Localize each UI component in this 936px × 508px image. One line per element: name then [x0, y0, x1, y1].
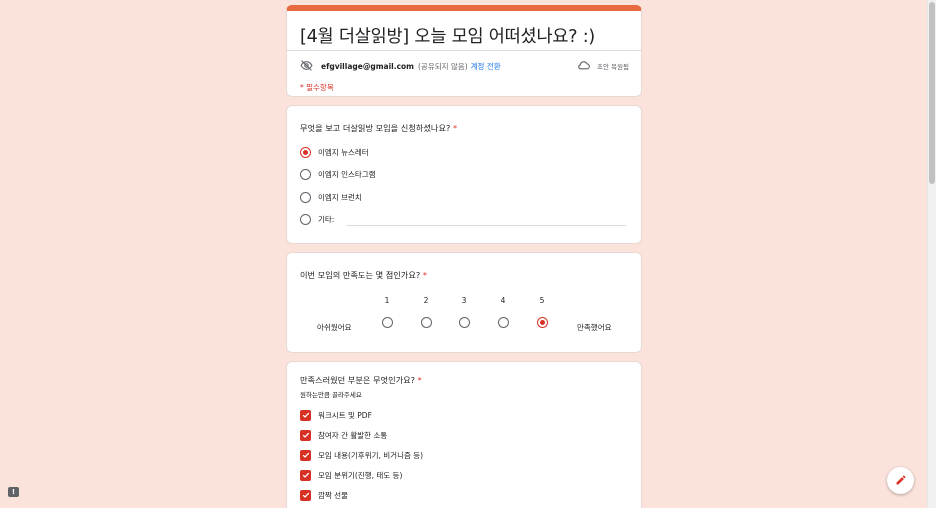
account-not-shared-note: (공유되지 않음)	[418, 61, 468, 71]
checkmark-icon	[302, 472, 309, 478]
question-title-text: 만족스러웠던 부분은 무엇인가요?	[300, 375, 416, 385]
checkmark-icon	[302, 412, 309, 418]
checkbox-option-atmosphere[interactable]: 모임 분위기(진행, 태도 등)	[300, 468, 402, 482]
checkbox-option-worksheet[interactable]: 워크시트 및 PDF	[300, 408, 372, 422]
report-issue-button[interactable]: !	[8, 487, 19, 497]
cloud-icon	[577, 60, 590, 72]
checkbox-option-label: 모임 분위기(진행, 태도 등)	[318, 470, 403, 480]
question-title: 만족스러웠던 부분은 무엇인가요? *	[300, 374, 422, 386]
checkbox-checked[interactable]	[300, 429, 311, 441]
form-container: [4월 더살읽방] 오늘 모임 어떠셨나요? :) efgvillage@gma…	[286, 5, 642, 508]
scrollbar-thumb[interactable]	[929, 2, 935, 184]
scale-radio-3[interactable]	[459, 317, 470, 328]
radio-option-newsletter[interactable]: 이엠지 뉴스레터	[300, 145, 369, 159]
radio-option-brunch[interactable]: 이엠지 브런치	[300, 190, 362, 204]
question-card-satisfaction: 이번 모임의 만족도는 몇 점인가요? * 1 2 3 4 5 아쉬웠어요 만족…	[286, 252, 642, 353]
question-title-text: 무엇을 보고 더살읽방 모임을 신청하셨나요?	[300, 123, 451, 133]
radio-option-other[interactable]: 기타:	[300, 212, 334, 226]
checkbox-option-label: 모임 내용(기후위기, 비거니즘 등)	[318, 450, 424, 460]
checkbox-option-label: 워크시트 및 PDF	[318, 410, 372, 420]
scale-radio-2[interactable]	[421, 317, 432, 328]
form-title: [4월 더살읽방] 오늘 모임 어떠셨나요? :)	[300, 27, 596, 47]
checkmark-icon	[302, 492, 309, 498]
radio-button[interactable]	[300, 168, 311, 180]
required-asterisk: *	[417, 375, 422, 385]
form-header-card: [4월 더살읽방] 오늘 모임 어떠셨나요? :) efgvillage@gma…	[286, 5, 642, 97]
checkbox-option-content[interactable]: 모임 내용(기후위기, 비거니즘 등)	[300, 448, 423, 462]
checkbox-option-label: 참여자 간 활발한 소통	[318, 430, 388, 440]
account-row: efgvillage@gmail.com (공유되지 않음) 계정 전환 초안 …	[300, 57, 629, 75]
radio-button-selected[interactable]	[300, 146, 311, 158]
scale-number: 1	[384, 296, 390, 305]
radio-option-label: 이엠지 인스타그램	[318, 169, 376, 179]
radio-option-instagram[interactable]: 이엠지 인스타그램	[300, 167, 376, 181]
question-card-source: 무엇을 보고 더살읽방 모임을 신청하셨나요? * 이엠지 뉴스레터 이엠지 인…	[286, 105, 642, 244]
question-title: 무엇을 보고 더살읽방 모임을 신청하셨나요? *	[300, 122, 457, 134]
not-shared-eye-icon	[300, 59, 313, 73]
edit-fab-button[interactable]	[887, 467, 914, 494]
checkbox-option-label: 깜짝 선물	[318, 490, 348, 500]
question-help-text: 원하는만큼 골라주세요	[300, 391, 362, 399]
checkmark-icon	[302, 452, 309, 458]
scale-low-label: 아쉬웠어요	[317, 323, 352, 332]
question-title-text: 이번 모임의 만족도는 몇 점인가요?	[300, 270, 421, 280]
scale-radio-4[interactable]	[498, 317, 509, 328]
pencil-icon	[895, 471, 907, 490]
checkbox-checked[interactable]	[300, 409, 311, 421]
required-asterisk: *	[452, 123, 458, 133]
question-card-satisfied-parts: 만족스러웠던 부분은 무엇인가요? * 원하는만큼 골라주세요 워크시트 및 P…	[286, 361, 642, 508]
radio-button[interactable]	[300, 213, 311, 225]
checkmark-icon	[302, 432, 309, 438]
scale-number: 5	[539, 296, 545, 305]
draft-status: 초안 복원됨	[597, 63, 629, 71]
radio-button[interactable]	[300, 191, 311, 203]
question-title: 이번 모임의 만족도는 몇 점인가요? *	[300, 269, 427, 281]
radio-option-label: 기타:	[318, 214, 335, 224]
scale-number: 3	[461, 296, 467, 305]
switch-account-link[interactable]: 계정 전환	[471, 61, 501, 72]
account-email: efgvillage@gmail.com	[321, 61, 414, 71]
other-text-input[interactable]	[346, 225, 626, 226]
scale-radio-1[interactable]	[382, 317, 393, 328]
checkbox-option-gift[interactable]: 깜짝 선물	[300, 488, 348, 502]
required-note: * 필수항목	[300, 83, 334, 92]
checkbox-option-communication[interactable]: 참여자 간 활발한 소통	[300, 428, 387, 442]
scale-high-label: 만족했어요	[577, 323, 612, 332]
radio-option-label: 이엠지 브런치	[318, 192, 362, 202]
page-scrollbar[interactable]	[927, 0, 936, 508]
scale-number: 4	[500, 296, 506, 305]
scale-radio-5-selected[interactable]	[537, 317, 548, 328]
checkbox-checked[interactable]	[300, 469, 311, 481]
exclamation-icon: !	[11, 488, 16, 496]
required-asterisk: *	[422, 270, 427, 280]
checkbox-checked[interactable]	[300, 449, 311, 461]
radio-option-label: 이엠지 뉴스레터	[318, 147, 369, 157]
checkbox-checked[interactable]	[300, 489, 311, 501]
header-divider	[287, 50, 641, 51]
scale-number: 2	[423, 296, 429, 305]
